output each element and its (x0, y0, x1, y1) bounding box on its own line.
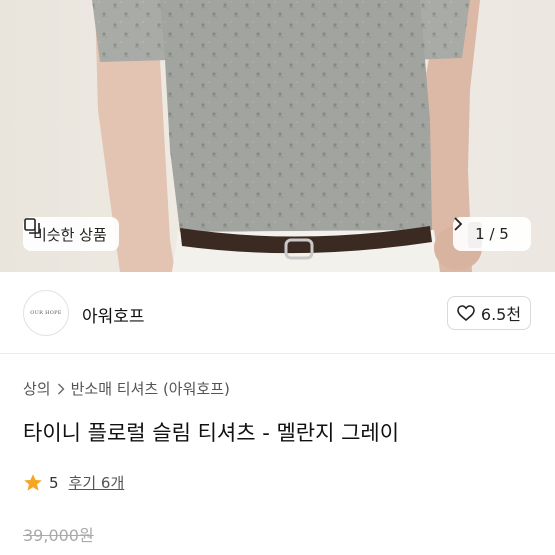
shop-logo-text: OUR HOPE (30, 310, 62, 316)
image-counter: 1 / 5 (475, 225, 509, 243)
like-count: 6.5천 (480, 305, 522, 324)
shop-logo[interactable]: OUR HOPE (23, 290, 69, 336)
breadcrumb-item-category[interactable]: 상의 (23, 378, 51, 399)
shop-row: OUR HOPE 아워호프 6.5천 (0, 272, 555, 354)
star-icon (24, 473, 42, 491)
breadcrumb: 상의 반소매 티셔츠 (아워호프) (23, 378, 230, 399)
review-count-link[interactable]: 후기 6개 (69, 472, 125, 493)
similar-products-label: 비슷한 상품 (33, 225, 107, 244)
heart-outline-icon (457, 305, 475, 321)
original-price: 39,000원 (23, 526, 94, 545)
image-counter-button[interactable]: 1 / 5 (453, 217, 531, 251)
copy-icon (24, 218, 40, 234)
rating-row: 5 후기 6개 (23, 472, 124, 493)
product-image-carousel[interactable]: 비슷한 상품 1 / 5 (0, 0, 555, 272)
product-title: 타이니 플로럴 슬림 티셔츠 - 멜란지 그레이 (23, 421, 400, 445)
shop-name[interactable]: 아워호프 (82, 302, 145, 327)
rating-value: 5 (49, 473, 59, 492)
similar-products-button[interactable]: 비슷한 상품 (23, 217, 119, 251)
like-button[interactable]: 6.5천 (447, 296, 531, 330)
chevron-right-icon (57, 383, 65, 394)
breadcrumb-item-subcategory[interactable]: 반소매 티셔츠 (아워호프) (71, 378, 230, 399)
chevron-right-icon (454, 217, 463, 231)
